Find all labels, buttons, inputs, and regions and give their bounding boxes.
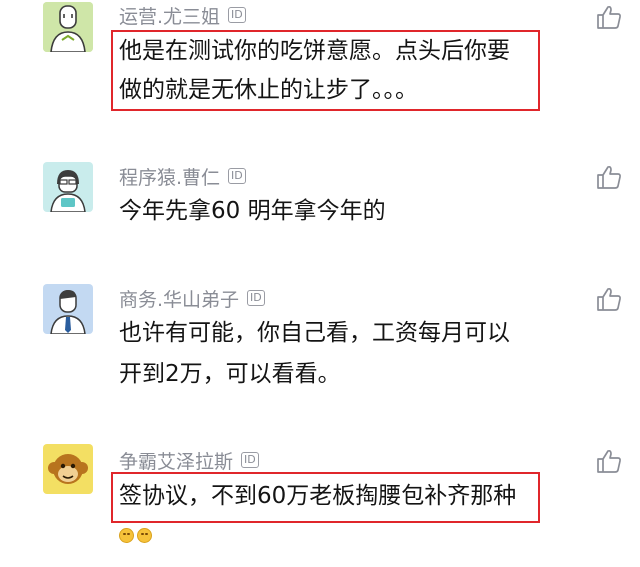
id-badge: ID: [228, 7, 246, 23]
comment-text-line: 他是在测试你的吃饼意愿。点头后你要: [119, 38, 510, 64]
comment-text-line: 今年先拿60 明年拿今年的: [119, 198, 386, 224]
thumbs-up-icon[interactable]: [596, 164, 622, 190]
id-badge: ID: [241, 452, 259, 468]
business-avatar-icon[interactable]: [43, 284, 93, 334]
comment-text-line: 也许有可能，你自己看，工资每月可以: [119, 320, 510, 346]
thumbs-up-icon[interactable]: [596, 448, 622, 474]
comment-username[interactable]: 运营.尤三姐: [119, 2, 220, 29]
comment-username[interactable]: 商务.华山弟子: [119, 285, 239, 312]
clerk-avatar-icon[interactable]: [43, 2, 93, 52]
comment-username[interactable]: 争霸艾泽拉斯: [119, 447, 233, 474]
laughing-emoji-icon: [119, 528, 134, 543]
id-badge: ID: [247, 290, 265, 306]
programmer-avatar-icon[interactable]: [43, 162, 93, 212]
id-badge: ID: [228, 168, 246, 184]
comment-text-line: 开到2万，可以看看。: [119, 361, 341, 387]
comment-text-line: 做的就是无休止的让步了。。。: [119, 77, 418, 103]
monkey-avatar-icon[interactable]: [43, 444, 93, 494]
thumbs-up-icon[interactable]: [596, 286, 622, 312]
emoji-row: [119, 528, 152, 543]
comment-text-line: 签协议，不到60万老板掏腰包补齐那种: [119, 483, 517, 509]
comment-username[interactable]: 程序猿.曹仁: [119, 163, 220, 190]
thumbs-up-icon[interactable]: [596, 4, 622, 30]
laughing-emoji-icon: [137, 528, 152, 543]
